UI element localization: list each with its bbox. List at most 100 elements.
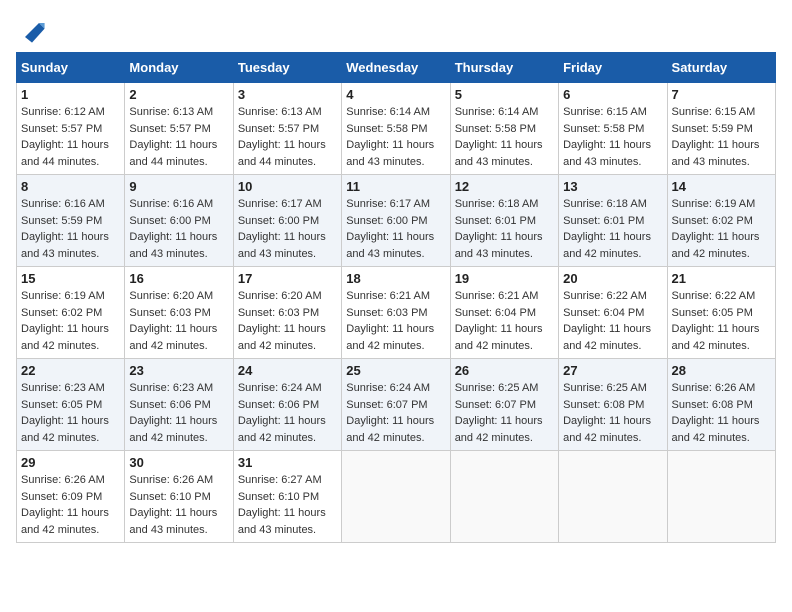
calendar-cell (667, 451, 775, 543)
day-number: 4 (346, 87, 445, 102)
calendar-cell: 13 Sunrise: 6:18 AM Sunset: 6:01 PM Dayl… (559, 175, 667, 267)
day-number: 20 (563, 271, 662, 286)
day-info: Sunrise: 6:17 AM Sunset: 6:00 PM Dayligh… (238, 196, 337, 262)
day-info: Sunrise: 6:15 AM Sunset: 5:59 PM Dayligh… (672, 104, 771, 170)
day-info: Sunrise: 6:23 AM Sunset: 6:05 PM Dayligh… (21, 380, 120, 446)
day-number: 8 (21, 179, 120, 194)
calendar-cell: 1 Sunrise: 6:12 AM Sunset: 5:57 PM Dayli… (17, 83, 125, 175)
day-number: 30 (129, 455, 228, 470)
calendar-cell: 5 Sunrise: 6:14 AM Sunset: 5:58 PM Dayli… (450, 83, 558, 175)
day-number: 22 (21, 363, 120, 378)
day-info: Sunrise: 6:21 AM Sunset: 6:04 PM Dayligh… (455, 288, 554, 354)
day-info: Sunrise: 6:25 AM Sunset: 6:07 PM Dayligh… (455, 380, 554, 446)
logo (16, 16, 46, 44)
calendar-cell: 26 Sunrise: 6:25 AM Sunset: 6:07 PM Dayl… (450, 359, 558, 451)
calendar-header-row: SundayMondayTuesdayWednesdayThursdayFrid… (17, 53, 776, 83)
calendar-cell: 18 Sunrise: 6:21 AM Sunset: 6:03 PM Dayl… (342, 267, 450, 359)
calendar-cell (342, 451, 450, 543)
day-header-sunday: Sunday (17, 53, 125, 83)
logo-icon (18, 16, 46, 44)
day-number: 5 (455, 87, 554, 102)
day-info: Sunrise: 6:13 AM Sunset: 5:57 PM Dayligh… (238, 104, 337, 170)
day-number: 10 (238, 179, 337, 194)
calendar-cell: 19 Sunrise: 6:21 AM Sunset: 6:04 PM Dayl… (450, 267, 558, 359)
day-info: Sunrise: 6:14 AM Sunset: 5:58 PM Dayligh… (346, 104, 445, 170)
day-info: Sunrise: 6:21 AM Sunset: 6:03 PM Dayligh… (346, 288, 445, 354)
calendar-cell (450, 451, 558, 543)
calendar-cell: 15 Sunrise: 6:19 AM Sunset: 6:02 PM Dayl… (17, 267, 125, 359)
day-info: Sunrise: 6:20 AM Sunset: 6:03 PM Dayligh… (129, 288, 228, 354)
day-number: 25 (346, 363, 445, 378)
day-info: Sunrise: 6:25 AM Sunset: 6:08 PM Dayligh… (563, 380, 662, 446)
calendar-week-row: 1 Sunrise: 6:12 AM Sunset: 5:57 PM Dayli… (17, 83, 776, 175)
day-number: 3 (238, 87, 337, 102)
day-number: 2 (129, 87, 228, 102)
calendar-cell: 12 Sunrise: 6:18 AM Sunset: 6:01 PM Dayl… (450, 175, 558, 267)
day-number: 15 (21, 271, 120, 286)
day-info: Sunrise: 6:26 AM Sunset: 6:10 PM Dayligh… (129, 472, 228, 538)
day-header-friday: Friday (559, 53, 667, 83)
day-header-thursday: Thursday (450, 53, 558, 83)
calendar-week-row: 8 Sunrise: 6:16 AM Sunset: 5:59 PM Dayli… (17, 175, 776, 267)
calendar-cell: 24 Sunrise: 6:24 AM Sunset: 6:06 PM Dayl… (233, 359, 341, 451)
calendar-cell: 9 Sunrise: 6:16 AM Sunset: 6:00 PM Dayli… (125, 175, 233, 267)
calendar-cell: 7 Sunrise: 6:15 AM Sunset: 5:59 PM Dayli… (667, 83, 775, 175)
day-info: Sunrise: 6:22 AM Sunset: 6:04 PM Dayligh… (563, 288, 662, 354)
calendar-cell: 2 Sunrise: 6:13 AM Sunset: 5:57 PM Dayli… (125, 83, 233, 175)
day-info: Sunrise: 6:14 AM Sunset: 5:58 PM Dayligh… (455, 104, 554, 170)
day-number: 18 (346, 271, 445, 286)
calendar-cell: 28 Sunrise: 6:26 AM Sunset: 6:08 PM Dayl… (667, 359, 775, 451)
day-header-wednesday: Wednesday (342, 53, 450, 83)
day-number: 16 (129, 271, 228, 286)
calendar-week-row: 15 Sunrise: 6:19 AM Sunset: 6:02 PM Dayl… (17, 267, 776, 359)
day-info: Sunrise: 6:26 AM Sunset: 6:09 PM Dayligh… (21, 472, 120, 538)
day-info: Sunrise: 6:18 AM Sunset: 6:01 PM Dayligh… (455, 196, 554, 262)
day-info: Sunrise: 6:20 AM Sunset: 6:03 PM Dayligh… (238, 288, 337, 354)
day-number: 1 (21, 87, 120, 102)
page-header (16, 16, 776, 44)
day-info: Sunrise: 6:18 AM Sunset: 6:01 PM Dayligh… (563, 196, 662, 262)
day-info: Sunrise: 6:13 AM Sunset: 5:57 PM Dayligh… (129, 104, 228, 170)
calendar-cell: 3 Sunrise: 6:13 AM Sunset: 5:57 PM Dayli… (233, 83, 341, 175)
day-info: Sunrise: 6:19 AM Sunset: 6:02 PM Dayligh… (21, 288, 120, 354)
day-number: 27 (563, 363, 662, 378)
calendar-cell: 16 Sunrise: 6:20 AM Sunset: 6:03 PM Dayl… (125, 267, 233, 359)
day-info: Sunrise: 6:24 AM Sunset: 6:06 PM Dayligh… (238, 380, 337, 446)
calendar-cell: 31 Sunrise: 6:27 AM Sunset: 6:10 PM Dayl… (233, 451, 341, 543)
day-info: Sunrise: 6:16 AM Sunset: 5:59 PM Dayligh… (21, 196, 120, 262)
calendar-cell: 14 Sunrise: 6:19 AM Sunset: 6:02 PM Dayl… (667, 175, 775, 267)
day-info: Sunrise: 6:19 AM Sunset: 6:02 PM Dayligh… (672, 196, 771, 262)
calendar-cell: 22 Sunrise: 6:23 AM Sunset: 6:05 PM Dayl… (17, 359, 125, 451)
day-number: 26 (455, 363, 554, 378)
day-number: 19 (455, 271, 554, 286)
calendar-cell: 30 Sunrise: 6:26 AM Sunset: 6:10 PM Dayl… (125, 451, 233, 543)
day-number: 21 (672, 271, 771, 286)
calendar-cell: 29 Sunrise: 6:26 AM Sunset: 6:09 PM Dayl… (17, 451, 125, 543)
calendar-cell: 10 Sunrise: 6:17 AM Sunset: 6:00 PM Dayl… (233, 175, 341, 267)
day-info: Sunrise: 6:24 AM Sunset: 6:07 PM Dayligh… (346, 380, 445, 446)
day-number: 28 (672, 363, 771, 378)
day-number: 23 (129, 363, 228, 378)
day-number: 6 (563, 87, 662, 102)
calendar-cell: 25 Sunrise: 6:24 AM Sunset: 6:07 PM Dayl… (342, 359, 450, 451)
day-header-tuesday: Tuesday (233, 53, 341, 83)
calendar-cell: 20 Sunrise: 6:22 AM Sunset: 6:04 PM Dayl… (559, 267, 667, 359)
day-info: Sunrise: 6:23 AM Sunset: 6:06 PM Dayligh… (129, 380, 228, 446)
day-number: 29 (21, 455, 120, 470)
calendar-cell: 21 Sunrise: 6:22 AM Sunset: 6:05 PM Dayl… (667, 267, 775, 359)
day-info: Sunrise: 6:22 AM Sunset: 6:05 PM Dayligh… (672, 288, 771, 354)
calendar-cell: 4 Sunrise: 6:14 AM Sunset: 5:58 PM Dayli… (342, 83, 450, 175)
calendar-cell: 6 Sunrise: 6:15 AM Sunset: 5:58 PM Dayli… (559, 83, 667, 175)
day-number: 13 (563, 179, 662, 194)
day-info: Sunrise: 6:27 AM Sunset: 6:10 PM Dayligh… (238, 472, 337, 538)
day-number: 7 (672, 87, 771, 102)
calendar-table: SundayMondayTuesdayWednesdayThursdayFrid… (16, 52, 776, 543)
day-info: Sunrise: 6:12 AM Sunset: 5:57 PM Dayligh… (21, 104, 120, 170)
day-info: Sunrise: 6:15 AM Sunset: 5:58 PM Dayligh… (563, 104, 662, 170)
calendar-cell: 27 Sunrise: 6:25 AM Sunset: 6:08 PM Dayl… (559, 359, 667, 451)
day-info: Sunrise: 6:26 AM Sunset: 6:08 PM Dayligh… (672, 380, 771, 446)
calendar-cell (559, 451, 667, 543)
calendar-week-row: 29 Sunrise: 6:26 AM Sunset: 6:09 PM Dayl… (17, 451, 776, 543)
day-info: Sunrise: 6:17 AM Sunset: 6:00 PM Dayligh… (346, 196, 445, 262)
calendar-cell: 11 Sunrise: 6:17 AM Sunset: 6:00 PM Dayl… (342, 175, 450, 267)
